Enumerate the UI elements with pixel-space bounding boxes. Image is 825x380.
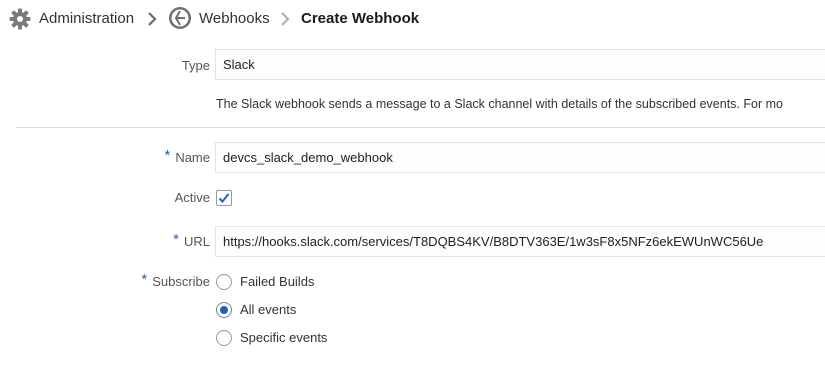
create-webhook-page: Administration Webhooks Create Webhook T… — [0, 0, 825, 380]
radio-label-failed-builds[interactable]: Failed Builds — [240, 273, 314, 291]
radio-all-events[interactable] — [216, 302, 232, 318]
type-label: Type — [181, 58, 210, 73]
required-indicator: * — [173, 231, 179, 248]
required-indicator: * — [141, 271, 148, 288]
chevron-right-icon — [280, 12, 290, 31]
type-description: The Slack webhook sends a message to a S… — [216, 97, 783, 111]
webhook-icon[interactable] — [168, 6, 192, 35]
page-title: Create Webhook — [301, 10, 420, 27]
breadcrumb-webhooks[interactable]: Webhooks — [199, 9, 270, 29]
type-field: Slack — [215, 49, 825, 80]
name-label: * Name — [164, 147, 210, 167]
required-indicator: * — [164, 147, 171, 164]
gear-icon[interactable] — [9, 8, 31, 35]
subscribe-label-text: Subscribe — [152, 274, 210, 289]
active-label: Active — [174, 190, 210, 205]
name-label-text: Name — [175, 150, 210, 165]
active-checkbox[interactable] — [216, 190, 232, 206]
url-input[interactable]: https://hooks.slack.com/services/T8DQBS4… — [215, 226, 825, 257]
radio-specific-events[interactable] — [216, 330, 232, 346]
breadcrumb: Administration Webhooks Create Webhook — [0, 0, 825, 38]
checkmark-icon — [218, 193, 230, 203]
radio-failed-builds[interactable] — [216, 274, 232, 290]
subscribe-label: * Subscribe — [141, 271, 210, 291]
divider — [16, 127, 825, 128]
chevron-right-icon — [147, 12, 157, 31]
radio-label-specific-events[interactable]: Specific events — [240, 329, 327, 347]
url-label: * URL — [173, 231, 210, 251]
url-label-text: URL — [183, 234, 210, 249]
name-input[interactable]: devcs_slack_demo_webhook — [215, 142, 825, 173]
radio-label-all-events[interactable]: All events — [240, 301, 296, 319]
breadcrumb-administration[interactable]: Administration — [39, 9, 134, 29]
